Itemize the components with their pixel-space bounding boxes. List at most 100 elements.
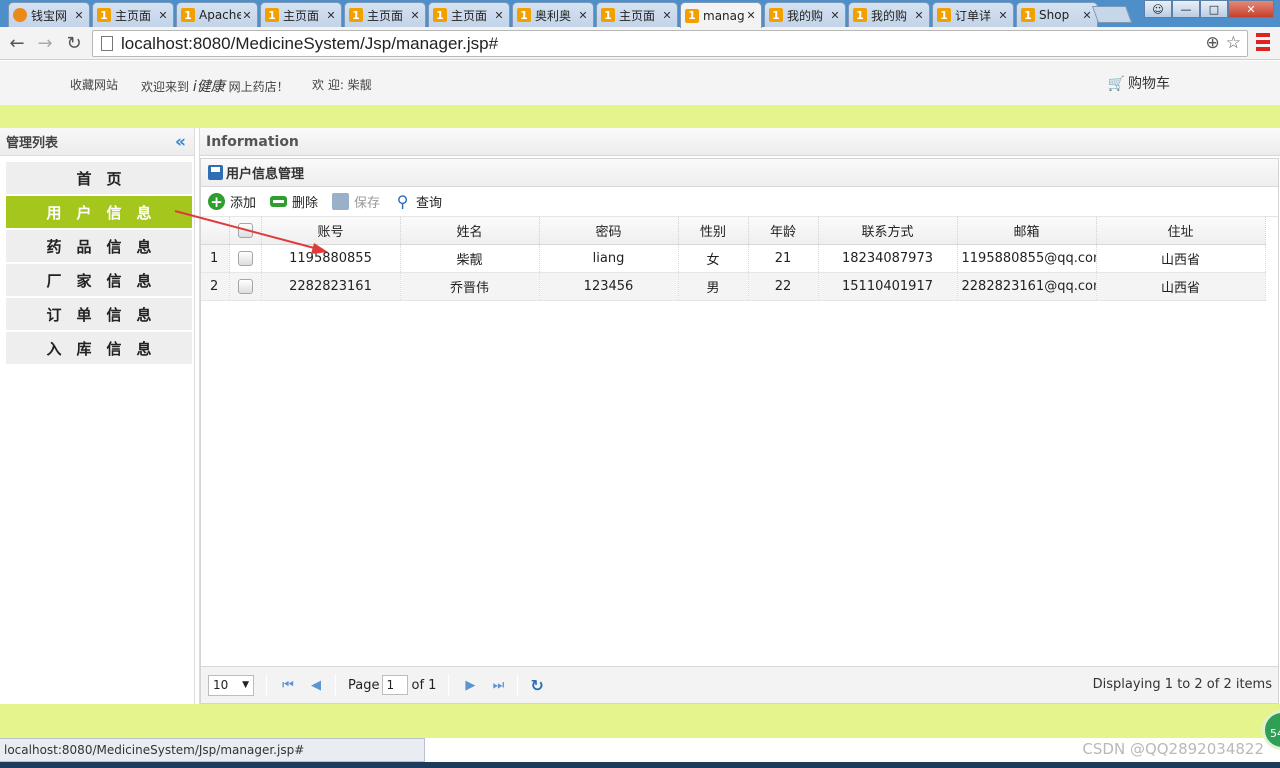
close-tab-icon[interactable]: ✕: [493, 9, 505, 22]
table-cell: 1195880855: [261, 244, 401, 273]
table-cell: 2282823161@qq.com: [957, 272, 1097, 301]
welcome-text: 欢迎来到 i健康 网上药店！: [141, 76, 289, 96]
table-cell: 123456: [539, 272, 679, 301]
pager-separator: [517, 674, 519, 696]
top-accent-band: [0, 105, 1280, 128]
column-header[interactable]: 邮箱: [957, 217, 1097, 245]
favicon-icon: 1: [349, 8, 363, 22]
save-button[interactable]: 保存: [332, 192, 380, 211]
sidebar-item[interactable]: 入库信息: [6, 332, 192, 364]
address-bar[interactable]: localhost:8080/MedicineSystem/Jsp/manage…: [92, 30, 1248, 57]
refresh-icon[interactable]: ↻: [530, 676, 543, 695]
admin-sidebar: 管理列表 « 首页 用户信息 药品信息 厂家信息 订单信息 入库信息: [0, 128, 195, 704]
window-controls: ☺ — □ ✕: [1144, 0, 1274, 18]
favicon-icon: 1: [601, 8, 615, 22]
close-tab-icon[interactable]: ✕: [661, 9, 673, 22]
sidebar-item[interactable]: 用户信息: [6, 196, 192, 228]
browser-tab[interactable]: 1 manager✕: [680, 2, 762, 28]
zoom-icon[interactable]: ⊕: [1206, 33, 1220, 53]
query-button[interactable]: ⚲ 查询: [394, 192, 442, 211]
welcome-post: 网上药店！: [228, 80, 289, 94]
table-cell: 1195880855@qq.com: [957, 244, 1097, 273]
browser-menu-icon[interactable]: [1256, 33, 1270, 51]
browser-tab[interactable]: 1 我的购 ✕: [848, 2, 930, 27]
close-tab-icon[interactable]: ✕: [325, 9, 337, 22]
close-tab-icon[interactable]: ✕: [829, 9, 841, 22]
close-tab-icon[interactable]: ✕: [745, 9, 757, 22]
add-button[interactable]: + 添加: [208, 192, 256, 211]
pager-info: Displaying 1 to 2 of 2 items: [1092, 677, 1272, 692]
forward-arrow-icon[interactable]: →: [33, 31, 57, 55]
profile-icon[interactable]: ☺: [1144, 0, 1172, 18]
grid-title: 用户信息管理: [226, 167, 305, 182]
page-number-input[interactable]: 1: [382, 675, 409, 695]
tab-title: 订单详: [955, 8, 992, 23]
collapse-icon[interactable]: «: [175, 132, 186, 152]
add-label: 添加: [230, 196, 257, 211]
new-tab-button[interactable]: [1091, 6, 1133, 23]
bookmark-star-icon[interactable]: ☆: [1226, 33, 1241, 53]
column-header[interactable]: 性别: [678, 217, 749, 245]
table-row[interactable]: 2 2282823161 乔晋伟 123456 男 22 15110401917 228282…: [201, 272, 1266, 301]
sidebar-item[interactable]: 首页: [6, 162, 192, 194]
close-tab-icon[interactable]: ✕: [913, 9, 925, 22]
pager-separator: [335, 674, 336, 696]
plus-icon: +: [208, 193, 225, 211]
maximize-button[interactable]: □: [1200, 0, 1228, 18]
favorite-link[interactable]: 收藏网站: [70, 76, 118, 93]
page-size-select[interactable]: 10 ▼: [208, 674, 254, 696]
close-window-button[interactable]: ✕: [1228, 0, 1274, 18]
sidebar-item[interactable]: 厂家信息: [6, 264, 192, 296]
column-header[interactable]: 密码: [539, 217, 679, 245]
browser-tab[interactable]: 1 Shop ✕: [1016, 2, 1098, 27]
favicon-icon: 1: [685, 8, 699, 23]
sidebar-item[interactable]: 订单信息: [6, 298, 192, 330]
table-row[interactable]: 1 1195880855 柴靓 liang 女 21 18234087973 11958808…: [201, 244, 1266, 273]
column-header[interactable]: 住址: [1096, 217, 1266, 245]
close-tab-icon[interactable]: ✕: [1081, 9, 1093, 22]
favicon-icon: 1: [853, 8, 867, 22]
browser-tab[interactable]: 1 订单详 ✕: [932, 2, 1014, 27]
back-arrow-icon[interactable]: ←: [5, 31, 29, 55]
browser-tab[interactable]: 钱宝网 ✕: [8, 2, 90, 27]
browser-tab[interactable]: 1 主页面 ✕: [428, 2, 510, 27]
select-all-checkbox[interactable]: [237, 222, 253, 238]
status-url-bar: localhost:8080/MedicineSystem/Jsp/manage…: [0, 738, 425, 762]
tab-title: 主页面: [283, 8, 320, 23]
prev-page-icon[interactable]: ◀: [309, 678, 323, 693]
browser-tab[interactable]: 1 Apache ✕: [176, 2, 258, 27]
column-header[interactable]: 联系方式: [818, 217, 958, 245]
delete-button[interactable]: 删除: [270, 192, 318, 211]
reload-icon[interactable]: ↻: [62, 31, 86, 55]
column-header[interactable]: 账号: [261, 217, 401, 245]
sidebar-title: 管理列表: [6, 136, 59, 151]
close-tab-icon[interactable]: ✕: [997, 9, 1009, 22]
grid-title-bar: 用户信息管理: [201, 159, 1278, 187]
close-tab-icon[interactable]: ✕: [241, 9, 253, 22]
close-tab-icon[interactable]: ✕: [157, 9, 169, 22]
browser-tab[interactable]: 1 我的购 ✕: [764, 2, 846, 27]
last-page-icon[interactable]: ⏭: [491, 678, 505, 693]
cart-link[interactable]: 🛒 购物车: [1108, 73, 1170, 93]
sidebar-item[interactable]: 药品信息: [6, 230, 192, 262]
browser-tab[interactable]: 1 主页面 ✕: [92, 2, 174, 27]
column-header[interactable]: 年龄: [748, 217, 819, 245]
browser-tab[interactable]: 1 主页面 ✕: [260, 2, 342, 27]
minus-icon: [270, 196, 288, 207]
tab-title: 主页面: [451, 8, 488, 23]
delete-label: 删除: [292, 196, 319, 211]
row-checkbox[interactable]: [237, 250, 253, 266]
row-checkbox[interactable]: [237, 278, 253, 294]
pager-separator: [266, 674, 267, 696]
minimize-button[interactable]: —: [1172, 0, 1200, 18]
close-tab-icon[interactable]: ✕: [409, 9, 421, 22]
close-tab-icon[interactable]: ✕: [73, 9, 85, 22]
first-page-icon[interactable]: ⏮: [281, 678, 295, 693]
close-tab-icon[interactable]: ✕: [577, 9, 589, 22]
browser-tab[interactable]: 1 主页面 ✕: [344, 2, 426, 27]
browser-tab[interactable]: 1 奥利奥 ✕: [512, 2, 594, 27]
page-of-label: of 1: [411, 677, 437, 693]
browser-tab[interactable]: 1 主页面 ✕: [596, 2, 678, 27]
next-page-icon[interactable]: ▶: [463, 678, 477, 693]
column-header[interactable]: 姓名: [400, 217, 540, 245]
